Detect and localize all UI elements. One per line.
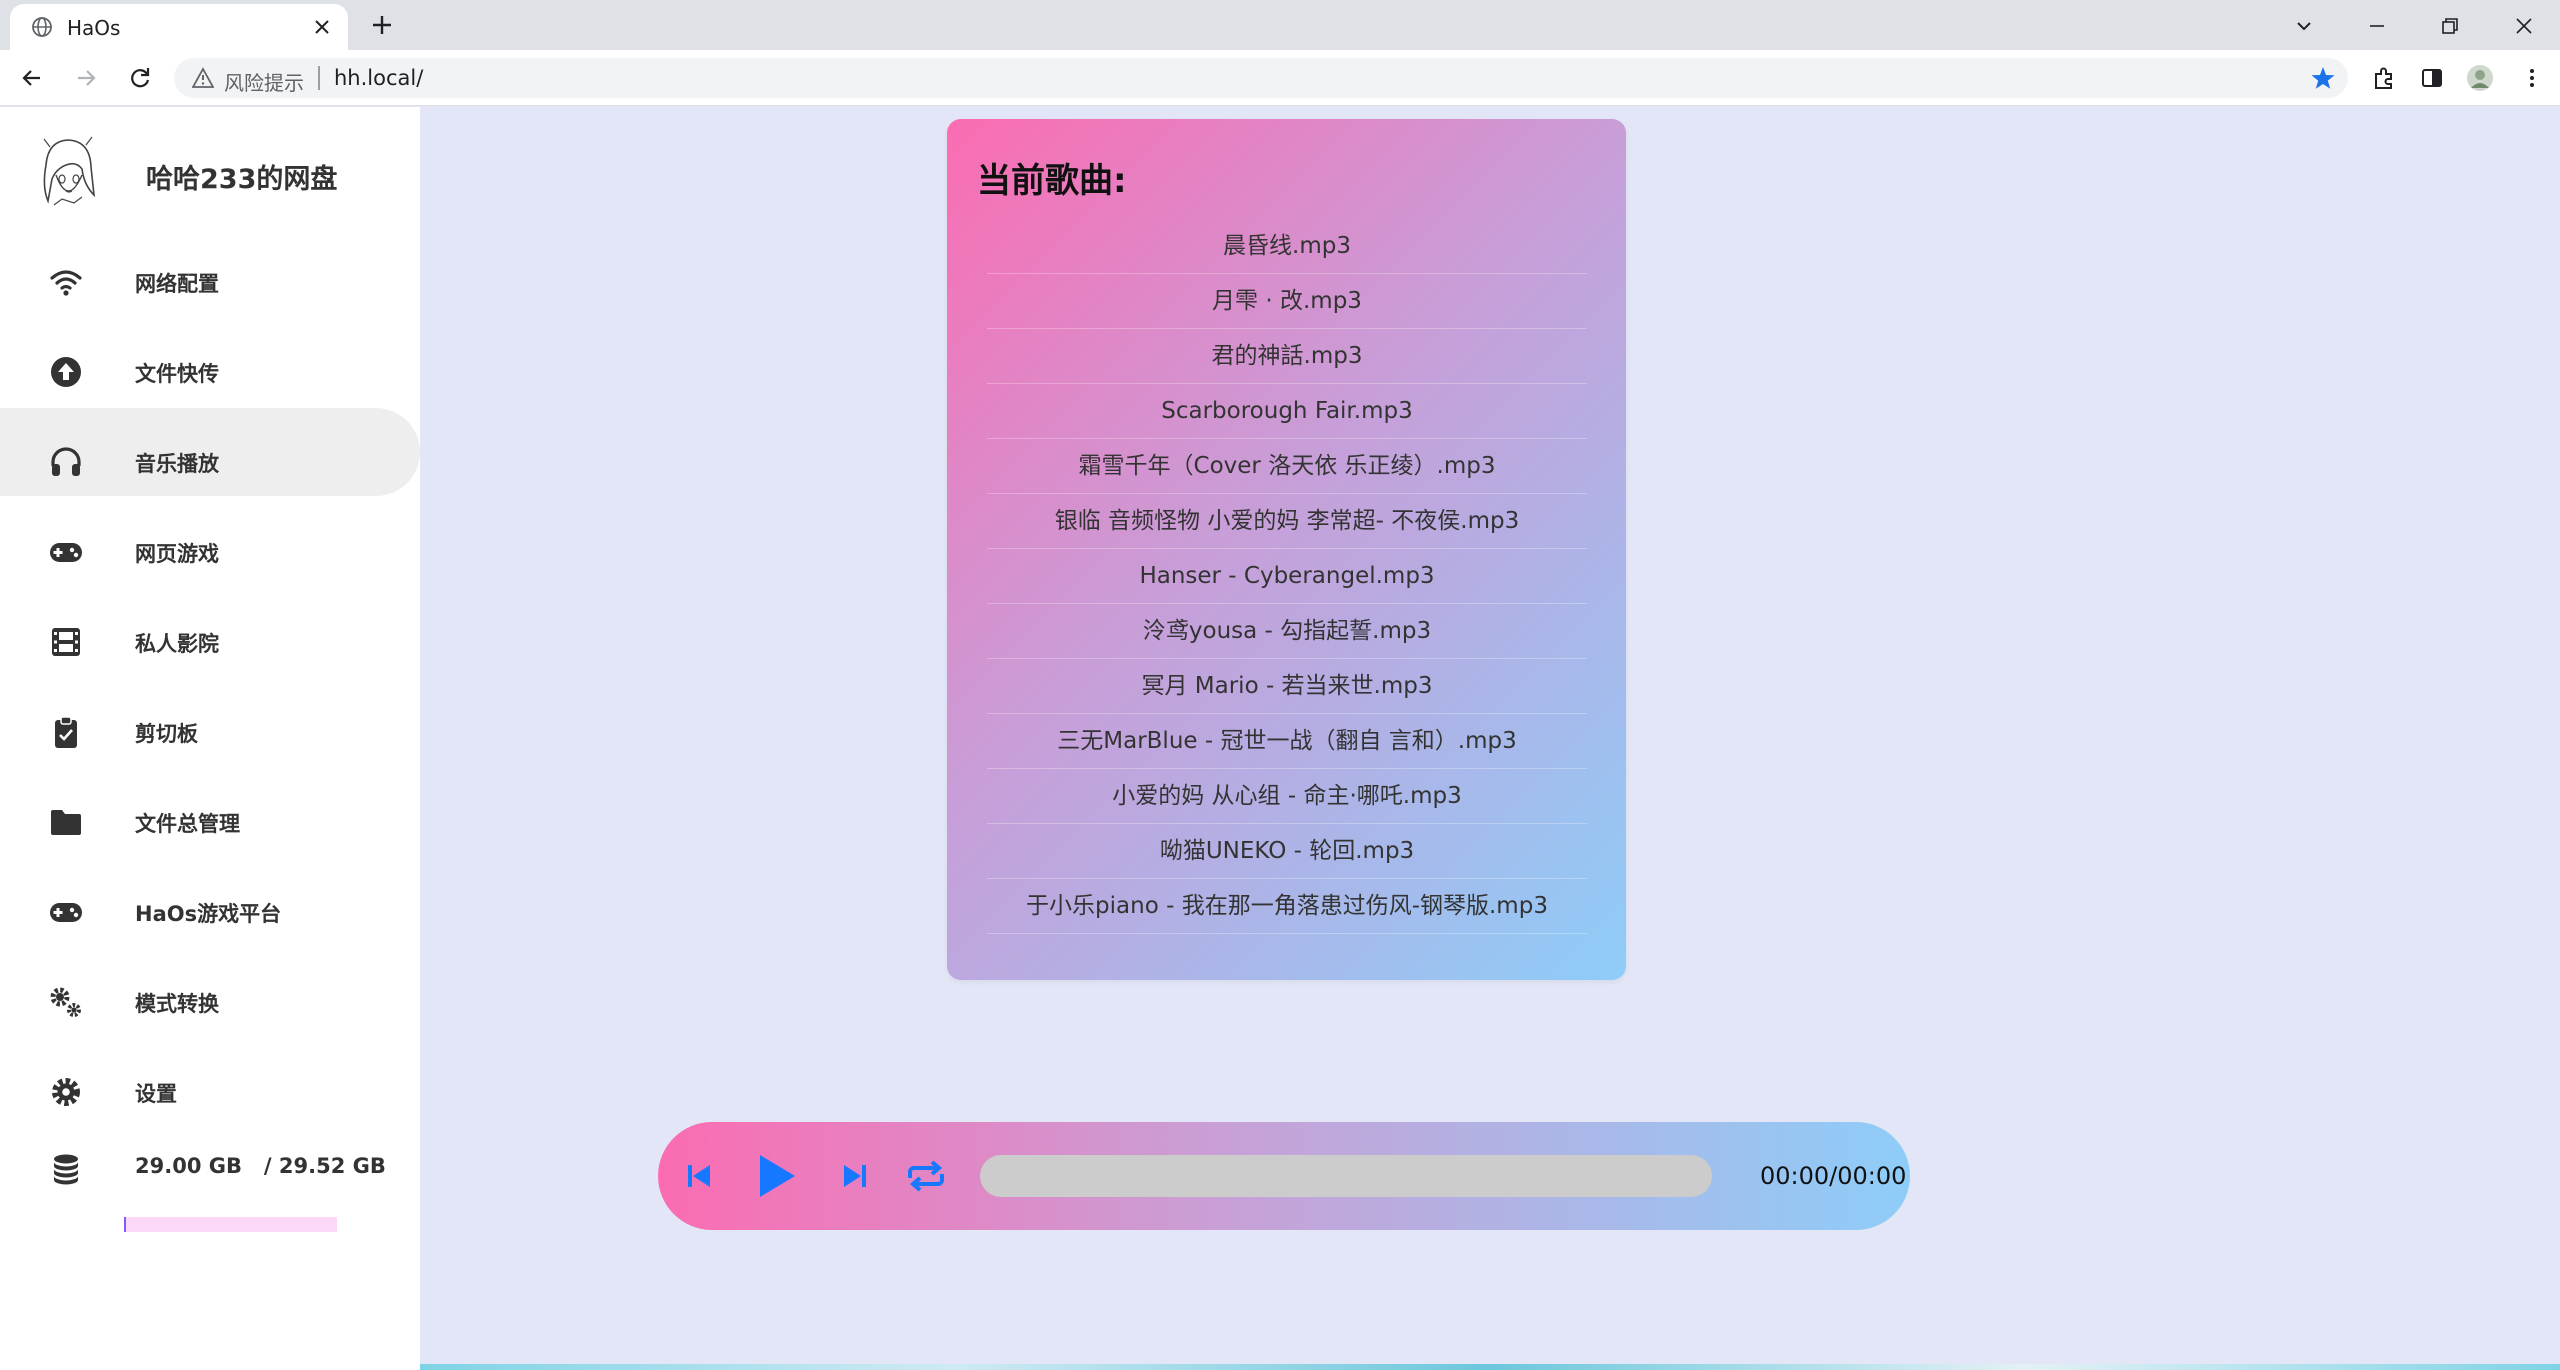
sidebar-item-web-games[interactable]: 网页游戏 [0,508,420,596]
music-player: 00:00/00:00 [658,1122,1910,1230]
globe-icon [32,17,52,37]
next-track-icon[interactable] [830,1152,878,1200]
browser-toolbar: 风险提示 hh.local/ [0,50,2560,106]
brand[interactable]: 哈哈233的网盘 [0,107,420,237]
menu-dots-icon[interactable] [2518,64,2546,92]
url-text[interactable]: hh.local/ [334,66,423,90]
sidebar-item-game-platform[interactable]: HaOs游戏平台 [0,868,420,956]
forward-icon[interactable] [70,62,102,94]
progress-bar[interactable] [980,1155,1712,1197]
sidebar-item-network[interactable]: 网络配置 [0,238,420,326]
risk-label[interactable]: 风险提示 [224,67,304,96]
storage-bar-fill [124,1217,127,1232]
extensions-icon[interactable] [2370,64,2398,92]
browser-tab[interactable]: HaOs [10,4,348,50]
sidebar-item-label: 私人影院 [135,632,219,656]
play-icon[interactable] [746,1148,802,1204]
storage-bar [124,1217,337,1232]
playlist-title: 当前歌曲: [977,161,1127,201]
wifi-icon [50,270,82,296]
song-item[interactable]: 晨昏线.mp3 [987,219,1587,274]
sidebar-item-mode-switch[interactable]: 模式转换 [0,958,420,1046]
gear-icon [52,1078,80,1106]
sidebar-item-file-transfer[interactable]: 文件快传 [0,328,420,416]
sidebar-item-label: 模式转换 [135,992,219,1016]
storage-usage: 29.00 GB / 29.52 GB [0,1125,420,1245]
folder-icon [51,810,81,835]
new-tab-icon[interactable] [368,11,396,39]
clipboard-icon [55,716,77,748]
song-list: 晨昏线.mp3 月雫 · 改.mp3 君的神話.mp3 Scarborough … [987,219,1587,934]
song-item[interactable]: 月雫 · 改.mp3 [987,274,1587,329]
song-item[interactable]: 君的神話.mp3 [987,329,1587,384]
repeat-icon[interactable] [902,1152,950,1200]
database-icon [54,1154,78,1185]
avatar [43,136,96,206]
gamepad-icon [50,543,82,562]
playlist-card: 当前歌曲: 晨昏线.mp3 月雫 · 改.mp3 君的神話.mp3 Scarbo… [947,119,1626,980]
sidebar-item-music[interactable]: 音乐播放 [0,408,420,496]
browser-tab-bar: HaOs [0,0,2560,50]
sidebar-item-label: 网页游戏 [135,542,219,566]
song-item[interactable]: 泠鸢yousa - 勾指起誓.mp3 [987,604,1587,659]
back-icon[interactable] [16,62,48,94]
song-item[interactable]: 呦猫UNEKO - 轮回.mp3 [987,824,1587,879]
background-strip [420,1364,2560,1370]
song-item[interactable]: Hanser - Cyberangel.mp3 [987,549,1587,604]
song-item[interactable]: 银临 音频怪物 小爱的妈 李常超- 不夜侯.mp3 [987,494,1587,549]
sidebar-item-settings[interactable]: 设置 [0,1048,420,1136]
song-item[interactable]: 小爱的妈 从心组 - 命主·哪吒.mp3 [987,769,1587,824]
sidebar-item-cinema[interactable]: 私人影院 [0,598,420,686]
upload-icon [51,357,81,387]
sidebar-item-clipboard[interactable]: 剪切板 [0,688,420,776]
sidebar-item-label: 剪切板 [135,722,198,746]
reload-icon[interactable] [124,62,156,94]
song-item[interactable]: 冥月 Mario - 若当来世.mp3 [987,659,1587,714]
storage-text: 29.00 GB / 29.52 GB [135,1154,386,1178]
sidebar-item-label: 文件快传 [135,362,219,386]
restore-icon[interactable] [2436,12,2464,40]
minimize-icon[interactable] [2363,12,2391,40]
sidebar: 哈哈233的网盘 网络配置 文件快传 音乐播放 网页游戏 私人影院 剪切板 文件… [0,107,420,1370]
profile-avatar[interactable] [2466,64,2494,92]
song-item[interactable]: Scarborough Fair.mp3 [987,384,1587,439]
side-panel-icon[interactable] [2418,64,2446,92]
bookmark-star-icon[interactable] [2310,65,2336,91]
sidebar-item-label: 网络配置 [135,272,219,296]
tab-search-icon[interactable] [2290,12,2318,40]
gears-icon [50,987,81,1017]
gamepad-icon [50,903,82,922]
time-display: 00:00/00:00 [1760,1162,1907,1190]
previous-track-icon[interactable] [676,1152,724,1200]
headphones-icon [51,447,81,476]
site-title: 哈哈233的网盘 [146,164,338,195]
warning-icon[interactable] [192,67,214,89]
window-close-icon[interactable] [2510,12,2538,40]
song-item[interactable]: 于小乐piano - 我在那一角落患过伤风-钢琴版.mp3 [987,879,1587,934]
close-icon[interactable] [310,15,334,39]
song-item[interactable]: 霜雪千年（Cover 洛天依 乐正绫）.mp3 [987,439,1587,494]
song-item[interactable]: 三无MarBlue - 冠世一战（翻自 言和）.mp3 [987,714,1587,769]
film-icon [52,628,80,656]
address-bar[interactable]: 风险提示 hh.local/ [174,58,2348,98]
sidebar-item-label: HaOs游戏平台 [135,902,282,926]
tab-title: HaOs [67,16,121,40]
sidebar-item-file-manager[interactable]: 文件总管理 [0,778,420,866]
divider [318,66,320,90]
sidebar-item-label: 文件总管理 [135,812,240,836]
sidebar-item-label: 音乐播放 [135,452,219,476]
sidebar-item-label: 设置 [135,1082,177,1106]
